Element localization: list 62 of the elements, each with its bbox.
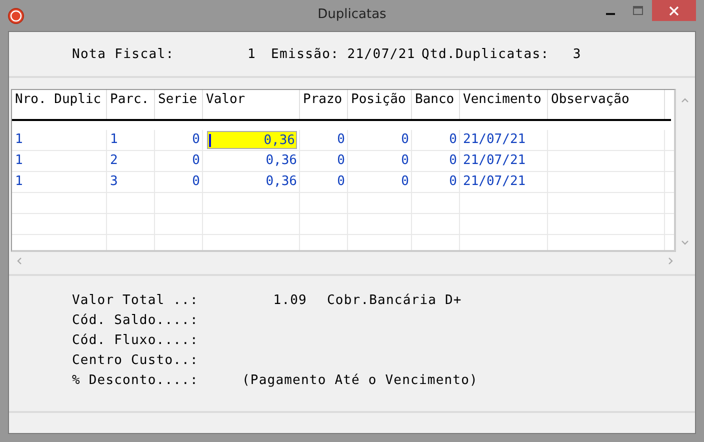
- text-cursor: [209, 134, 211, 146]
- table-cell: 0: [412, 130, 460, 150]
- field-label: Cód. Saldo....:: [72, 312, 200, 328]
- column-header[interactable]: Banco: [412, 90, 460, 119]
- cell-editor[interactable]: 0,36: [207, 131, 297, 149]
- qtd-duplicatas-value: 3: [572, 46, 582, 62]
- table-row[interactable]: 1 1 0 0,36 0 0 0 21/07/21: [12, 130, 674, 151]
- table-cell: 1: [12, 172, 107, 192]
- field-label: % Desconto....:: [72, 372, 200, 388]
- table-cell: 0: [300, 172, 348, 192]
- maximize-icon: [633, 6, 643, 16]
- table-cell: 1: [12, 151, 107, 171]
- column-header[interactable]: Valor: [203, 90, 300, 119]
- scroll-right-icon: [668, 257, 674, 265]
- table-row[interactable]: 1 3 0 0,36 0 0 0 21/07/21: [12, 172, 674, 193]
- table-cell: 0: [348, 172, 412, 192]
- close-icon: [669, 6, 679, 16]
- table-cell: 1: [12, 130, 107, 150]
- table-cell: 0: [155, 130, 203, 150]
- table-row[interactable]: 1 2 0 0,36 0 0 0 21/07/21: [12, 151, 674, 172]
- scroll-down-icon: [680, 240, 688, 246]
- column-header[interactable]: Nro. Duplic: [12, 90, 107, 119]
- field-note: (Pagamento Até o Vencimento): [242, 372, 478, 388]
- column-header[interactable]: Vencimento: [460, 90, 548, 119]
- column-header[interactable]: Prazo: [300, 90, 348, 119]
- nota-fiscal-value: 1: [246, 46, 256, 62]
- field-note: Cobr.Bancária D+: [327, 292, 462, 308]
- table-cell: 0: [155, 151, 203, 171]
- app-logo-icon: [8, 8, 24, 24]
- minimize-icon: [606, 12, 614, 14]
- table-cell: 21/07/21: [460, 151, 548, 171]
- scroll-up-icon: [680, 97, 688, 103]
- table-cell: 21/07/21: [460, 172, 548, 192]
- table-cell: 3: [107, 172, 155, 192]
- table-cell: 0: [412, 151, 460, 171]
- column-header[interactable]: Parc.: [107, 90, 155, 119]
- table-cell: 0: [155, 172, 203, 192]
- table-cell: 0: [300, 130, 348, 150]
- close-button[interactable]: [652, 0, 696, 21]
- window-title: Duplicatas: [316, 7, 388, 22]
- table-cell: 0: [348, 151, 412, 171]
- field-label: Valor Total ..:: [72, 292, 200, 308]
- column-header[interactable]: Serie: [155, 90, 203, 119]
- column-header[interactable]: Posição: [348, 90, 412, 119]
- field-label: Cód. Fluxo....:: [72, 332, 200, 348]
- table-cell: 0: [300, 151, 348, 171]
- table-cell: 1: [107, 130, 155, 150]
- field-value: 1.09: [272, 292, 307, 308]
- field-label: Centro Custo..:: [72, 352, 200, 368]
- nota-fiscal-label: Nota Fiscal:: [72, 46, 176, 62]
- table-cell: 0,36: [203, 172, 300, 192]
- emissao-label: Emissão:: [271, 46, 340, 62]
- table-cell: 0: [348, 130, 412, 150]
- table-cell: 0: [412, 172, 460, 192]
- cell-value: 0,36: [264, 132, 296, 150]
- scroll-left-icon: [16, 257, 22, 265]
- emissao-value: 21/07/21: [347, 46, 416, 62]
- table-cell: 21/07/21: [460, 130, 548, 150]
- qtd-duplicatas-label: Qtd.Duplicatas:: [421, 46, 550, 62]
- column-header[interactable]: Observação: [548, 90, 665, 119]
- table-cell: 0,36: [203, 151, 300, 171]
- table-cell: 2: [107, 151, 155, 171]
